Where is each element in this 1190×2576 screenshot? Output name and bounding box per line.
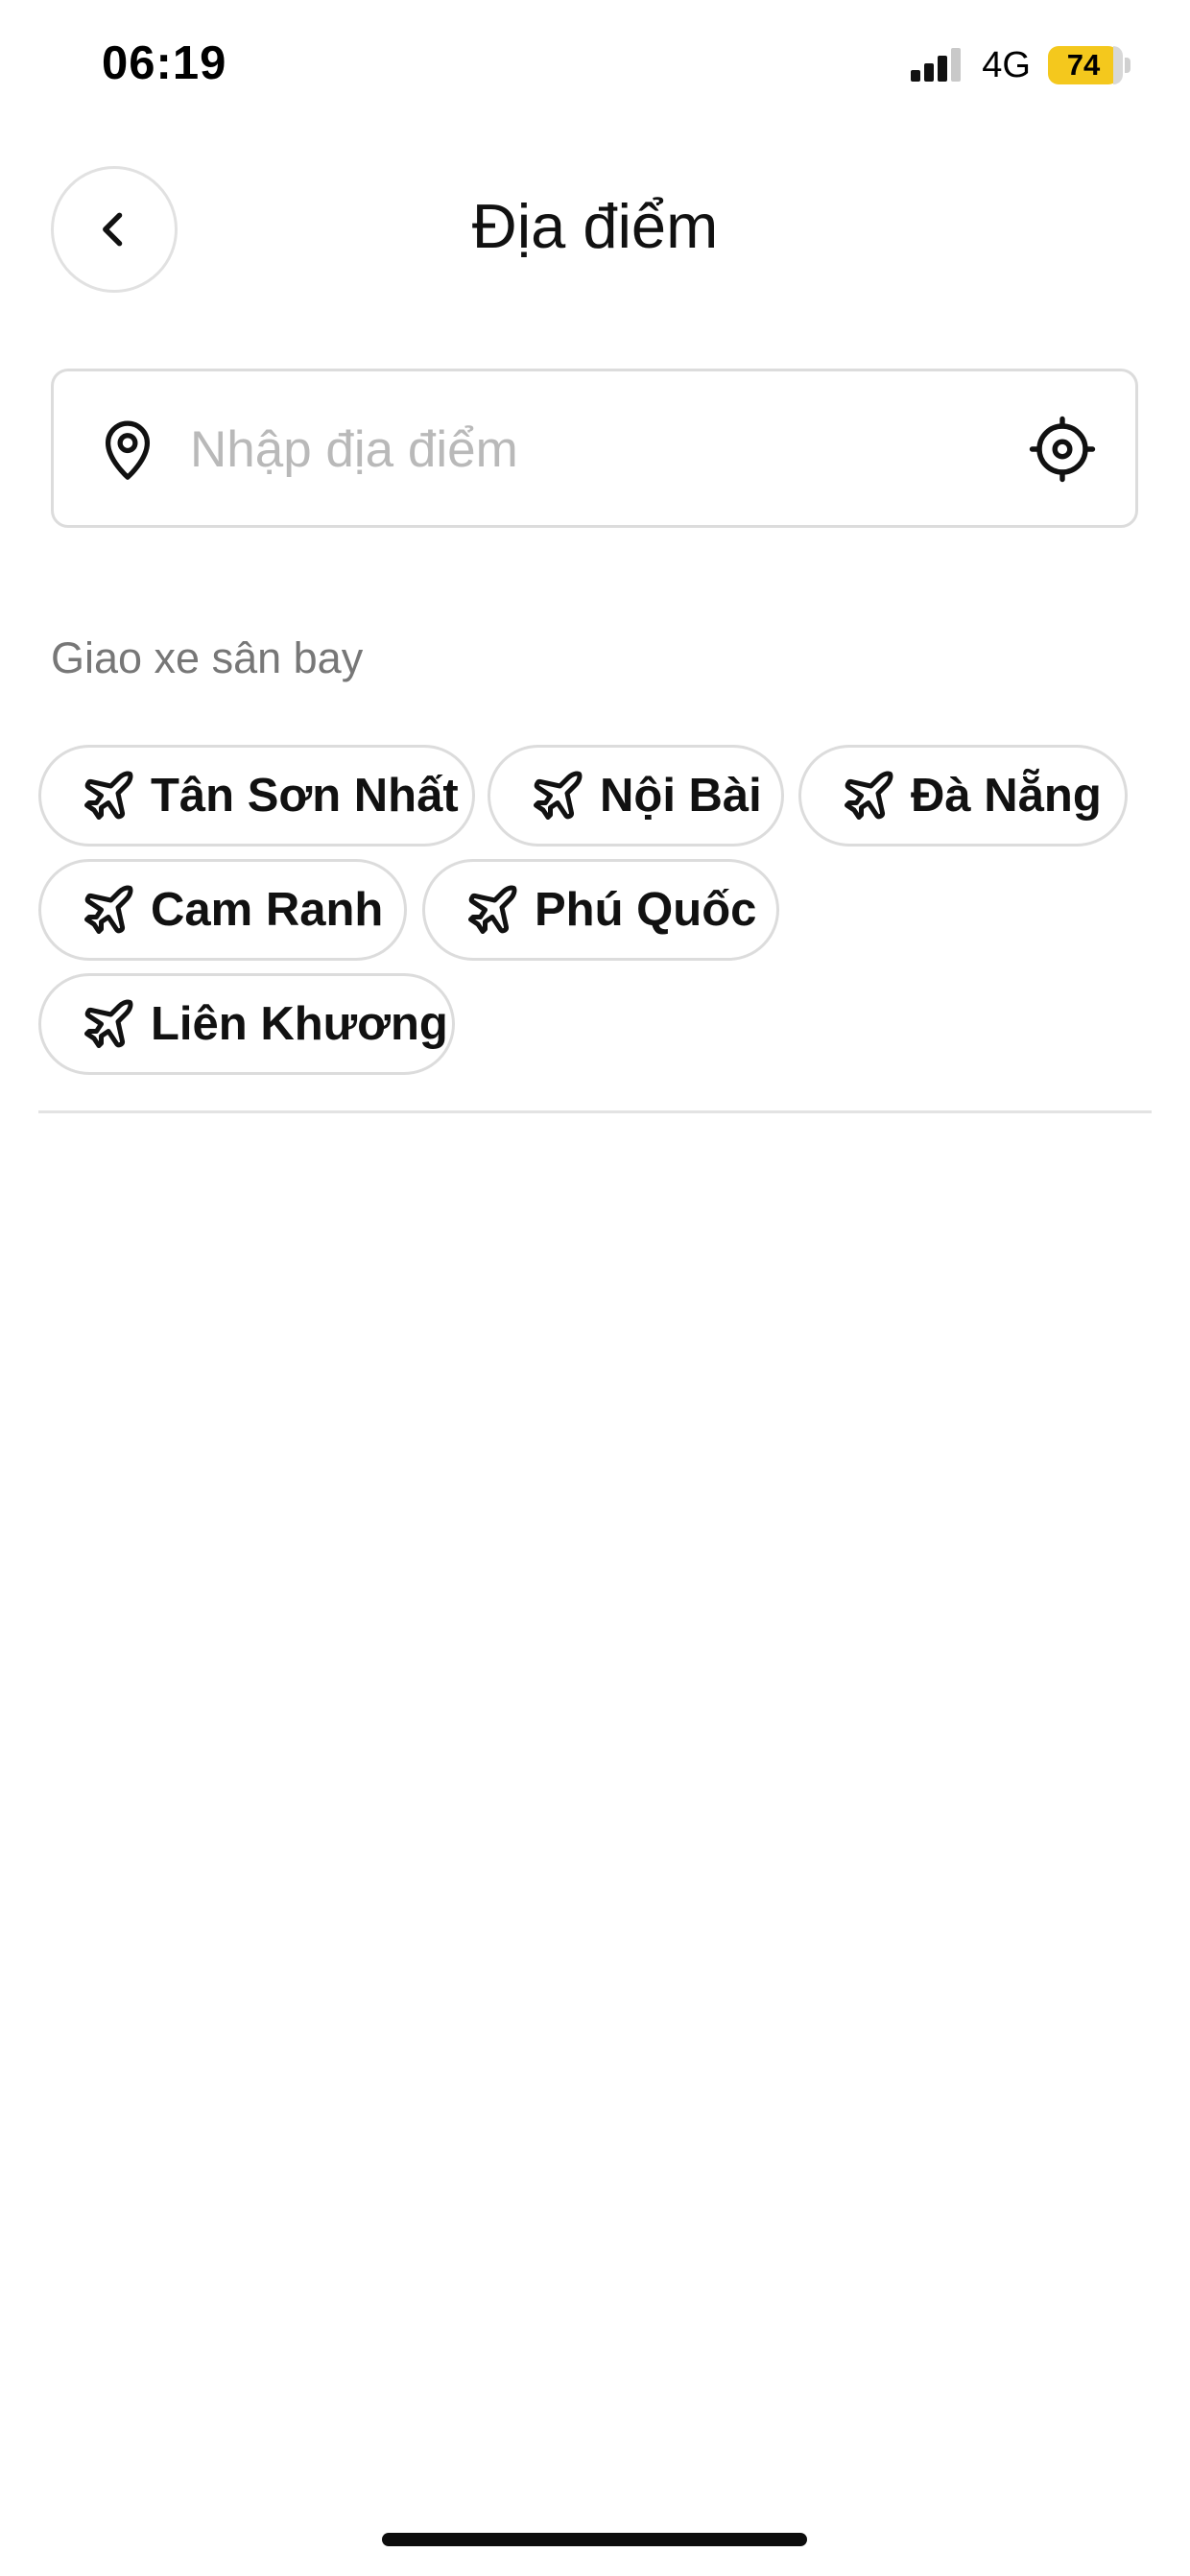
airport-chip-tan-son-nhat[interactable]: Tân Sơn Nhất <box>38 745 475 847</box>
divider <box>38 1110 1152 1113</box>
airplane-icon <box>80 881 137 939</box>
status-bar: 06:19 4G 74 <box>0 0 1190 134</box>
screen: 06:19 4G 74 Địa điểm Nhập địa điểm Giao … <box>0 0 1190 2576</box>
airport-chip-label: Phú Quốc <box>535 884 757 936</box>
airport-chip-label: Đà Nẵng <box>911 770 1102 822</box>
airport-chip-lien-khuong[interactable]: Liên Khương <box>38 973 455 1075</box>
airport-chip-noi-bai[interactable]: Nội Bài <box>488 745 784 847</box>
network-type: 4G <box>982 44 1031 85</box>
battery-icon: 74 <box>1048 46 1130 84</box>
signal-icon <box>911 48 962 82</box>
airport-chip-da-nang[interactable]: Đà Nẵng <box>798 745 1128 847</box>
locate-crosshair-icon[interactable] <box>1028 415 1097 484</box>
search-input[interactable] <box>190 408 1015 490</box>
airport-chip-phu-quoc[interactable]: Phú Quốc <box>422 859 779 961</box>
airport-chip-cam-ranh[interactable]: Cam Ranh <box>38 859 407 961</box>
map-pin-icon <box>105 420 151 480</box>
airport-section-title: Giao xe sân bay <box>51 633 364 682</box>
airplane-icon <box>840 767 897 824</box>
airport-chip-label: Tân Sơn Nhất <box>151 770 459 822</box>
airport-chip-label: Cam Ranh <box>151 884 384 936</box>
search-box[interactable] <box>51 369 1138 528</box>
status-time: 06:19 <box>102 37 227 89</box>
airplane-icon <box>464 881 521 939</box>
home-indicator[interactable] <box>382 2533 807 2546</box>
airplane-icon <box>529 767 586 824</box>
status-indicators: 4G 74 <box>911 42 1130 88</box>
airplane-icon <box>80 767 137 824</box>
airplane-icon <box>80 995 137 1053</box>
airport-chip-label: Nội Bài <box>600 770 762 822</box>
airport-chip-label: Liên Khương <box>151 998 448 1050</box>
page-title: Địa điểm <box>471 191 719 261</box>
battery-level: 74 <box>1048 46 1119 84</box>
